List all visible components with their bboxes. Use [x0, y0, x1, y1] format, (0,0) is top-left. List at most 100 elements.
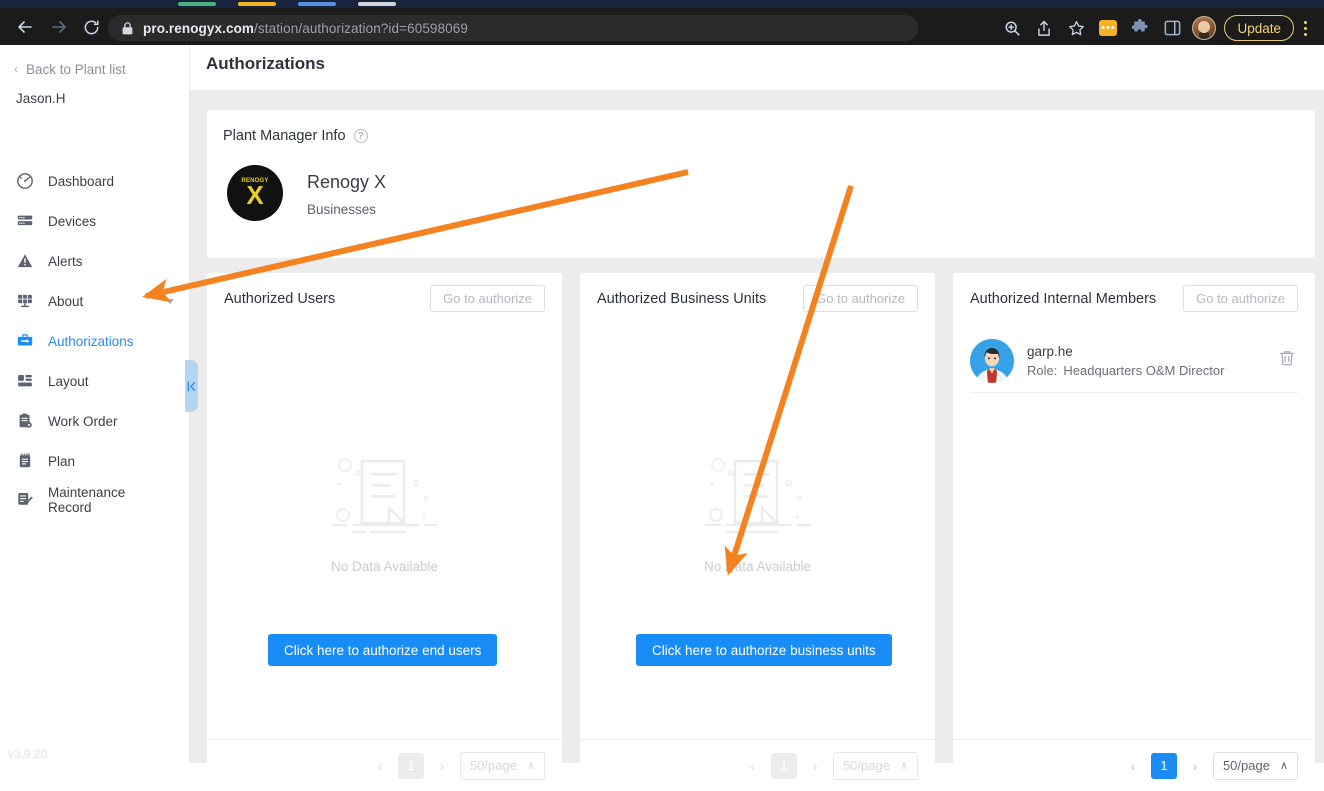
url-text: pro.renogyx.com/station/authorization?id… [143, 21, 468, 36]
share-icon[interactable] [1028, 13, 1060, 43]
sidebar-item-label: Dashboard [48, 173, 115, 189]
go-to-authorize-label: Go to authorize [816, 291, 905, 306]
go-to-authorize-label: Go to authorize [443, 291, 532, 306]
panel-footer: ‹ 1 › 50/page ∧ [207, 739, 562, 791]
sidebar-item-work-order[interactable]: Work Order [0, 401, 190, 441]
renogy-logo-mark: X [246, 180, 264, 210]
browser-tab-4[interactable] [358, 2, 396, 6]
member-role: Role: Headquarters O&M Director [1027, 363, 1230, 378]
collapse-sidebar-icon[interactable] [185, 360, 198, 412]
page-size-select[interactable]: 50/page ∧ [459, 751, 545, 780]
browser-tab-1[interactable] [178, 2, 216, 6]
profile-avatar[interactable] [1192, 16, 1217, 40]
page-size-select[interactable]: 50/page ∧ [832, 751, 918, 780]
page-size-label: 50/page [842, 758, 890, 773]
gauge-icon [14, 170, 36, 192]
authorized-internal-members-panel: Authorized Internal Members Go to author… [953, 273, 1315, 791]
sidebar-item-dashboard[interactable]: Dashboard [0, 161, 190, 201]
update-button[interactable]: Update [1224, 15, 1294, 41]
edit-doc-icon [14, 488, 36, 510]
member-list-item[interactable]: garp.he Role: Headquarters O&M Director [970, 329, 1298, 393]
sidebar-item-label: Authorizations [48, 333, 134, 349]
page-number-1[interactable]: 1 [770, 752, 797, 779]
update-button-label: Update [1237, 20, 1281, 36]
panel-footer: ‹ 1 › 50/page ∧ [580, 739, 935, 791]
sidebar-item-maintenance-record[interactable]: Maintenance Record [0, 479, 190, 515]
back-to-plant-list-link[interactable]: ‹ Back to Plant list [14, 59, 126, 79]
go-to-authorize-button[interactable]: Go to authorize [430, 285, 545, 312]
next-page-button[interactable]: › [804, 753, 826, 779]
trash-icon[interactable] [1278, 349, 1296, 367]
plant-manager-info-card: Plant Manager Info ? RENOGY X Renogy X B… [207, 110, 1315, 258]
authorize-end-users-button[interactable]: Click here to authorize end users [268, 634, 498, 666]
chevron-up-icon: ∧ [1279, 760, 1288, 772]
prev-page-button[interactable]: ‹ [369, 753, 391, 779]
sidebar-item-label: Maintenance Record [48, 485, 126, 515]
renogy-logo: RENOGY X [227, 165, 283, 221]
briefcase-icon [14, 330, 36, 352]
go-to-authorize-button[interactable]: Go to authorize [803, 285, 918, 312]
panel-footer: ‹ 1 › 50/page ∧ [953, 739, 1315, 791]
clipboard-gear-icon [14, 410, 36, 432]
extension-badge-dots: ••• [1099, 20, 1118, 36]
sidebar-item-devices[interactable]: Devices [0, 201, 190, 241]
empty-state: No Data Available [580, 443, 935, 574]
solar-panel-icon [14, 290, 36, 312]
sidebar-item-label: Work Order [48, 413, 118, 429]
page-title: Authorizations [206, 54, 325, 73]
chevron-down-icon[interactable] [166, 298, 174, 304]
browser-toolbar: pro.renogyx.com/station/authorization?id… [0, 8, 1324, 45]
authorize-business-units-button[interactable]: Click here to authorize business units [636, 634, 892, 666]
prev-page-button[interactable]: ‹ [1122, 753, 1144, 779]
next-page-button[interactable]: › [431, 753, 453, 779]
go-to-authorize-button[interactable]: Go to authorize [1183, 285, 1298, 312]
sidebar-item-plan[interactable]: Plan [0, 441, 190, 481]
plant-manager-title: Plant Manager Info [223, 128, 346, 144]
side-panel-icon[interactable] [1156, 13, 1188, 43]
sidebar-item-authorizations[interactable]: Authorizations [0, 321, 190, 361]
page-number-1[interactable]: 1 [397, 752, 424, 779]
reload-button[interactable] [80, 16, 102, 38]
next-page-button[interactable]: › [1184, 753, 1206, 779]
bookmark-star-icon[interactable] [1060, 13, 1092, 43]
extension-badge-icon[interactable]: ••• [1092, 13, 1124, 43]
back-button[interactable] [14, 16, 36, 38]
sidebar-item-label: Plan [48, 453, 76, 469]
plant-manager-name: Renogy X [307, 172, 387, 192]
url-domain: pro.renogyx.com [143, 20, 255, 36]
sidebar-item-about[interactable]: About [0, 281, 190, 321]
zoom-search-icon[interactable] [996, 13, 1028, 43]
sidebar-user-name: Jason.H [16, 91, 66, 106]
sidebar: ‹ Back to Plant list Jason.H Dashboard D… [0, 45, 190, 763]
kebab-menu-icon[interactable] [1294, 15, 1316, 41]
sidebar-item-alerts[interactable]: Alerts [0, 241, 190, 281]
extensions-puzzle-icon[interactable] [1124, 13, 1156, 43]
browser-tab-3[interactable] [298, 2, 336, 6]
no-data-illustration [704, 458, 811, 534]
member-name: garp.he [1027, 343, 1073, 359]
layout-icon [14, 370, 36, 392]
authorized-business-units-panel: Authorized Business Units Go to authoriz… [580, 273, 935, 791]
question-mark-icon[interactable]: ? [353, 129, 368, 143]
page-number-1[interactable]: 1 [1150, 752, 1177, 779]
main-content: Authorizations Plant Manager Info ? RENO… [190, 45, 1324, 791]
sidebar-item-layout[interactable]: Layout [0, 361, 190, 401]
forward-button[interactable] [48, 16, 70, 38]
authorized-users-panel: Authorized Users Go to authorize No Data… [207, 273, 562, 791]
sidebar-item-label: Alerts [48, 253, 83, 269]
address-bar[interactable]: pro.renogyx.com/station/authorization?id… [108, 15, 918, 41]
browser-tab-2[interactable] [238, 2, 276, 6]
member-role-value: Headquarters O&M Director [1063, 362, 1225, 378]
warning-icon [14, 250, 36, 272]
page-size-select[interactable]: 50/page ∧ [1212, 751, 1298, 780]
lock-icon [122, 21, 133, 34]
panel-title: Authorized Users [224, 291, 336, 307]
page-size-label: 50/page [469, 758, 517, 773]
member-avatar [970, 338, 1014, 383]
chevron-left-icon: ‹ [14, 62, 18, 76]
go-to-authorize-label: Go to authorize [1196, 291, 1285, 306]
prev-page-button[interactable]: ‹ [742, 753, 764, 779]
notepad-icon [14, 450, 36, 472]
back-to-plant-list-label: Back to Plant list [26, 61, 126, 77]
browser-tab-strip[interactable] [0, 0, 1324, 8]
